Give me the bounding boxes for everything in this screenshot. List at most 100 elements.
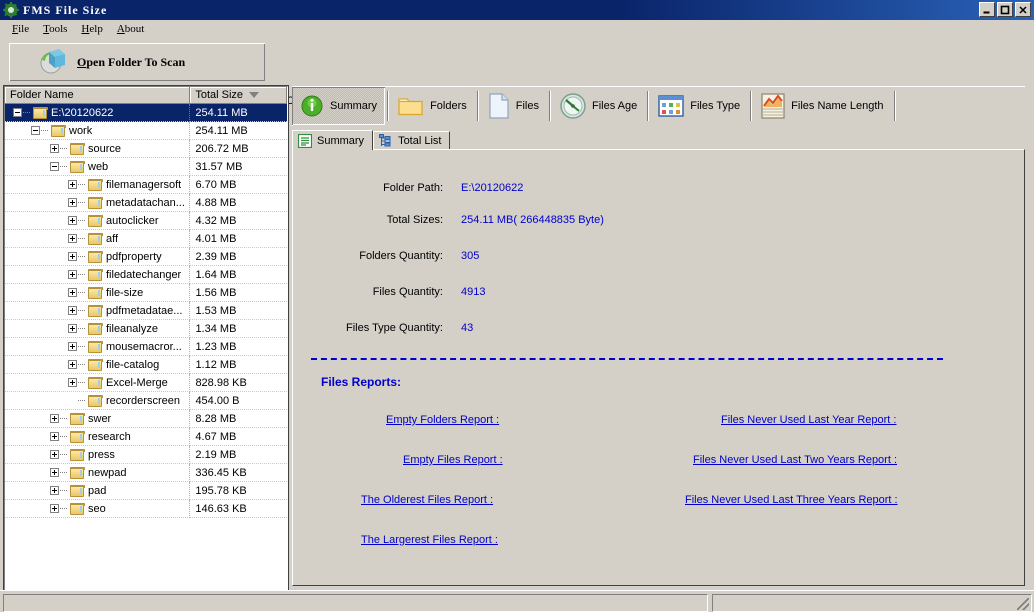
view-button-files[interactable]: Files [480, 87, 547, 125]
view-button-files-age[interactable]: Files Age [552, 87, 645, 125]
expand-plus-icon[interactable] [50, 450, 59, 459]
tree-row[interactable]: recorderscreen454.00 B [5, 392, 287, 410]
expand-plus-icon[interactable] [68, 252, 77, 261]
expand-plus-icon[interactable] [50, 414, 59, 423]
tree-row[interactable]: filemanagersoft6.70 MB [5, 176, 287, 194]
tree-row[interactable]: metadatachan...4.88 MB [5, 194, 287, 212]
menu-tools[interactable]: Tools [39, 22, 77, 36]
tree-row[interactable]: file-catalog1.12 MB [5, 356, 287, 374]
expand-plus-icon[interactable] [68, 180, 77, 189]
menu-file[interactable]: File [8, 22, 39, 36]
tree-row[interactable]: file-size1.56 MB [5, 284, 287, 302]
collapse-minus-icon[interactable] [13, 108, 22, 117]
tree-row[interactable]: pdfproperty2.39 MB [5, 248, 287, 266]
info-circle-icon [300, 94, 324, 118]
collapse-minus-icon[interactable] [50, 162, 59, 171]
tab-summary[interactable]: Summary [292, 130, 373, 150]
expand-plus-icon[interactable] [50, 144, 59, 153]
tree-row[interactable]: press2.19 MB [5, 446, 287, 464]
report-link[interactable]: Files Never Used Last Year Report : [721, 414, 896, 426]
close-button[interactable] [1015, 2, 1031, 17]
tree-row-name-cell[interactable]: fileanalyze [5, 320, 190, 338]
tree-row-name-cell[interactable]: filedatechanger [5, 266, 190, 284]
minimize-button[interactable] [979, 2, 995, 17]
folder-tree-panel[interactable]: Folder Name Total Size E:\20120622254.11… [4, 86, 288, 592]
maximize-button[interactable] [997, 2, 1013, 17]
report-link[interactable]: The Olderest Files Report : [361, 494, 493, 506]
expand-plus-icon[interactable] [68, 288, 77, 297]
report-link[interactable]: The Largerest Files Report : [361, 534, 498, 546]
expand-plus-icon[interactable] [68, 306, 77, 315]
view-button-summary[interactable]: Summary [292, 87, 385, 125]
tree-row-name-cell[interactable]: metadatachan... [5, 194, 190, 212]
open-folder-to-scan-button[interactable]: Open Folder To Scan [8, 42, 266, 82]
tree-row[interactable]: filedatechanger1.64 MB [5, 266, 287, 284]
expand-plus-icon[interactable] [68, 342, 77, 351]
tree-row[interactable]: newpad336.45 KB [5, 464, 287, 482]
column-header-folder-name[interactable]: Folder Name [5, 87, 190, 103]
resize-grip-icon[interactable] [1017, 598, 1029, 610]
tab-total-list[interactable]: Total List [373, 131, 450, 150]
expand-plus-icon[interactable] [50, 468, 59, 477]
tree-row-name-cell[interactable]: pdfmetadatae... [5, 302, 190, 320]
view-button-folders[interactable]: Folders [390, 87, 475, 125]
tree-row[interactable]: web31.57 MB [5, 158, 287, 176]
folder-icon [51, 125, 65, 137]
tree-row[interactable]: aff4.01 MB [5, 230, 287, 248]
tree-row-name-cell[interactable]: pdfproperty [5, 248, 190, 266]
report-link[interactable]: Empty Folders Report : [386, 414, 499, 426]
tree-row-name-cell[interactable]: autoclicker [5, 212, 190, 230]
expand-plus-icon[interactable] [50, 504, 59, 513]
view-button-files-type[interactable]: Files Type [650, 87, 748, 125]
menu-help[interactable]: Help [77, 22, 112, 36]
tree-row[interactable]: swer8.28 MB [5, 410, 287, 428]
tree-row-name-cell[interactable]: mousemacror... [5, 338, 190, 356]
tree-row-name-cell[interactable]: web [5, 158, 190, 176]
tree-row-name-cell[interactable]: E:\20120622 [5, 104, 190, 122]
tree-row-name-cell[interactable]: seo [5, 500, 190, 518]
expand-plus-icon[interactable] [50, 486, 59, 495]
tree-row[interactable]: research4.67 MB [5, 428, 287, 446]
tree-row[interactable]: autoclicker4.32 MB [5, 212, 287, 230]
expand-plus-icon[interactable] [68, 324, 77, 333]
tree-row-name-cell[interactable]: pad [5, 482, 190, 500]
tree-row-name-cell[interactable]: Excel-Merge [5, 374, 190, 392]
view-button-files-name-length[interactable]: Files Name Length [753, 87, 891, 125]
tree-row[interactable]: work254.11 MB [5, 122, 287, 140]
tree-row[interactable]: fileanalyze1.34 MB [5, 320, 287, 338]
tree-row[interactable]: mousemacror...1.23 MB [5, 338, 287, 356]
tree-row-name-cell[interactable]: swer [5, 410, 190, 428]
tree-row-size-cell: 195.78 KB [190, 482, 287, 500]
tree-row-name-cell[interactable]: file-size [5, 284, 190, 302]
expand-plus-icon[interactable] [50, 432, 59, 441]
tree-row-name-cell[interactable]: source [5, 140, 190, 158]
tree-row[interactable]: source206.72 MB [5, 140, 287, 158]
tree-row[interactable]: pad195.78 KB [5, 482, 287, 500]
tree-row-name-cell[interactable]: recorderscreen [5, 392, 190, 410]
column-header-total-size[interactable]: Total Size [190, 87, 287, 103]
tree-row[interactable]: seo146.63 KB [5, 500, 287, 518]
expand-plus-icon[interactable] [68, 234, 77, 243]
menu-about[interactable]: About [113, 22, 155, 36]
expand-plus-icon[interactable] [68, 360, 77, 369]
tree-row-name-cell[interactable]: newpad [5, 464, 190, 482]
report-link[interactable]: Empty Files Report : [403, 454, 503, 466]
expand-plus-icon[interactable] [68, 270, 77, 279]
expand-plus-icon[interactable] [68, 216, 77, 225]
collapse-minus-icon[interactable] [31, 126, 40, 135]
tree-row-name-cell[interactable]: aff [5, 230, 190, 248]
summary-label: Files Quantity: [313, 286, 443, 298]
tree-row-name-cell[interactable]: press [5, 446, 190, 464]
tree-row[interactable]: E:\20120622254.11 MB [5, 104, 287, 122]
tree-row-name-cell[interactable]: research [5, 428, 190, 446]
report-link[interactable]: Files Never Used Last Two Years Report : [693, 454, 897, 466]
expand-plus-icon[interactable] [68, 198, 77, 207]
expand-plus-icon[interactable] [68, 378, 77, 387]
tree-row[interactable]: Excel-Merge828.98 KB [5, 374, 287, 392]
tree-row[interactable]: pdfmetadatae...1.53 MB [5, 302, 287, 320]
tree-row-name-cell[interactable]: filemanagersoft [5, 176, 190, 194]
tree-row-name-cell[interactable]: work [5, 122, 190, 140]
tree-row-name-cell[interactable]: file-catalog [5, 356, 190, 374]
toolbar-separator [549, 91, 550, 121]
report-link[interactable]: Files Never Used Last Three Years Report… [685, 494, 898, 506]
